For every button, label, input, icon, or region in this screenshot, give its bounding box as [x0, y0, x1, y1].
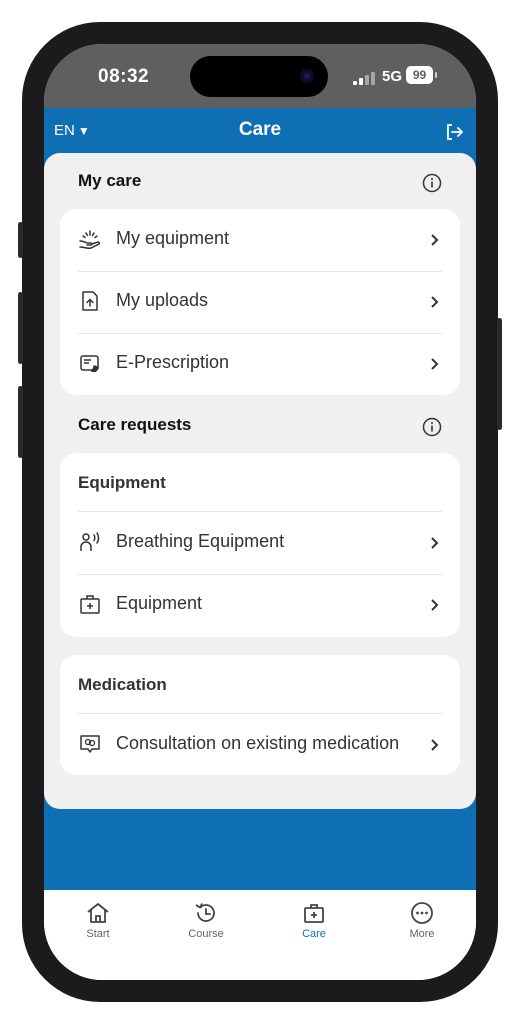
chevron-right-icon — [431, 234, 439, 246]
screen: 08:32 5G 99 EN ▼ Care My care My equipme… — [44, 44, 476, 980]
network-type: 5G — [382, 68, 403, 85]
content-sheet: My care My equipment My uploads E-Prescr… — [44, 153, 476, 809]
care-requests-info-icon[interactable] — [422, 417, 442, 437]
medication-heading: Medication — [78, 675, 167, 694]
tab-start[interactable]: Start — [62, 900, 134, 940]
medical-kit-icon — [80, 595, 100, 614]
signal-icon — [353, 71, 379, 85]
equipment-label: Equipment — [116, 593, 203, 613]
my-care-heading: My care — [78, 171, 142, 190]
volume-up-button — [18, 292, 23, 364]
breathing-equipment-label: Breathing Equipment — [116, 531, 285, 551]
medication-card: Medication Consultation on existing medi… — [60, 655, 460, 775]
file-upload-icon — [82, 291, 98, 311]
medication-consultation-label: Consultation on existing medication — [116, 733, 400, 753]
tab-bar: Start Course Care More — [44, 890, 476, 980]
my-uploads-row[interactable]: My uploads — [78, 271, 442, 334]
history-icon — [195, 903, 215, 922]
chevron-right-icon — [431, 599, 439, 611]
page-title: Care — [238, 119, 282, 140]
action-button — [18, 222, 23, 258]
status-time: 08:32 — [98, 66, 150, 87]
home-icon — [87, 903, 109, 923]
app-bar: EN ▼ Care — [44, 108, 476, 154]
battery-level: 99 — [412, 68, 427, 82]
equipment-row[interactable]: Equipment — [78, 574, 442, 636]
care-requests-heading: Care requests — [78, 415, 192, 434]
my-uploads-label: My uploads — [116, 290, 209, 310]
hand-holding-icon — [79, 230, 101, 250]
breathing-equipment-row[interactable]: Breathing Equipment — [78, 512, 442, 575]
my-equipment-row[interactable]: My equipment — [78, 209, 442, 272]
medical-kit-icon — [304, 904, 324, 923]
e-prescription-label: E-Prescription — [116, 352, 230, 372]
my-care-info-icon[interactable] — [422, 173, 442, 193]
prescription-icon — [80, 355, 99, 372]
camera-icon — [300, 69, 314, 83]
breathing-icon — [80, 532, 100, 551]
tab-more-label: More — [409, 928, 435, 940]
tab-course-label: Course — [188, 928, 224, 940]
tab-more[interactable]: More — [386, 900, 458, 940]
tab-course[interactable]: Course — [170, 900, 242, 940]
equipment-heading: Equipment — [78, 473, 166, 492]
tab-care-label: Care — [302, 928, 326, 940]
status-bar: 08:32 5G 99 — [44, 44, 476, 108]
more-icon — [411, 902, 433, 924]
dynamic-island — [190, 56, 328, 97]
my-equipment-label: My equipment — [116, 228, 230, 248]
battery-icon: 99 — [406, 66, 437, 84]
volume-down-button — [18, 386, 23, 458]
chevron-right-icon — [431, 739, 439, 751]
tab-start-label: Start — [86, 928, 110, 940]
pill-chat-icon — [80, 735, 100, 753]
chevron-right-icon — [431, 537, 439, 549]
logout-icon[interactable] — [444, 122, 464, 142]
medication-consultation-row[interactable]: Consultation on existing medication — [78, 714, 442, 776]
chevron-right-icon — [431, 296, 439, 308]
e-prescription-row[interactable]: E-Prescription — [78, 333, 442, 395]
my-care-card: My equipment My uploads E-Prescription — [60, 209, 460, 395]
equipment-card: Equipment Breathing Equipment Equipment — [60, 453, 460, 637]
tab-care[interactable]: Care — [278, 900, 350, 940]
power-button — [497, 318, 502, 430]
chevron-right-icon — [431, 358, 439, 370]
